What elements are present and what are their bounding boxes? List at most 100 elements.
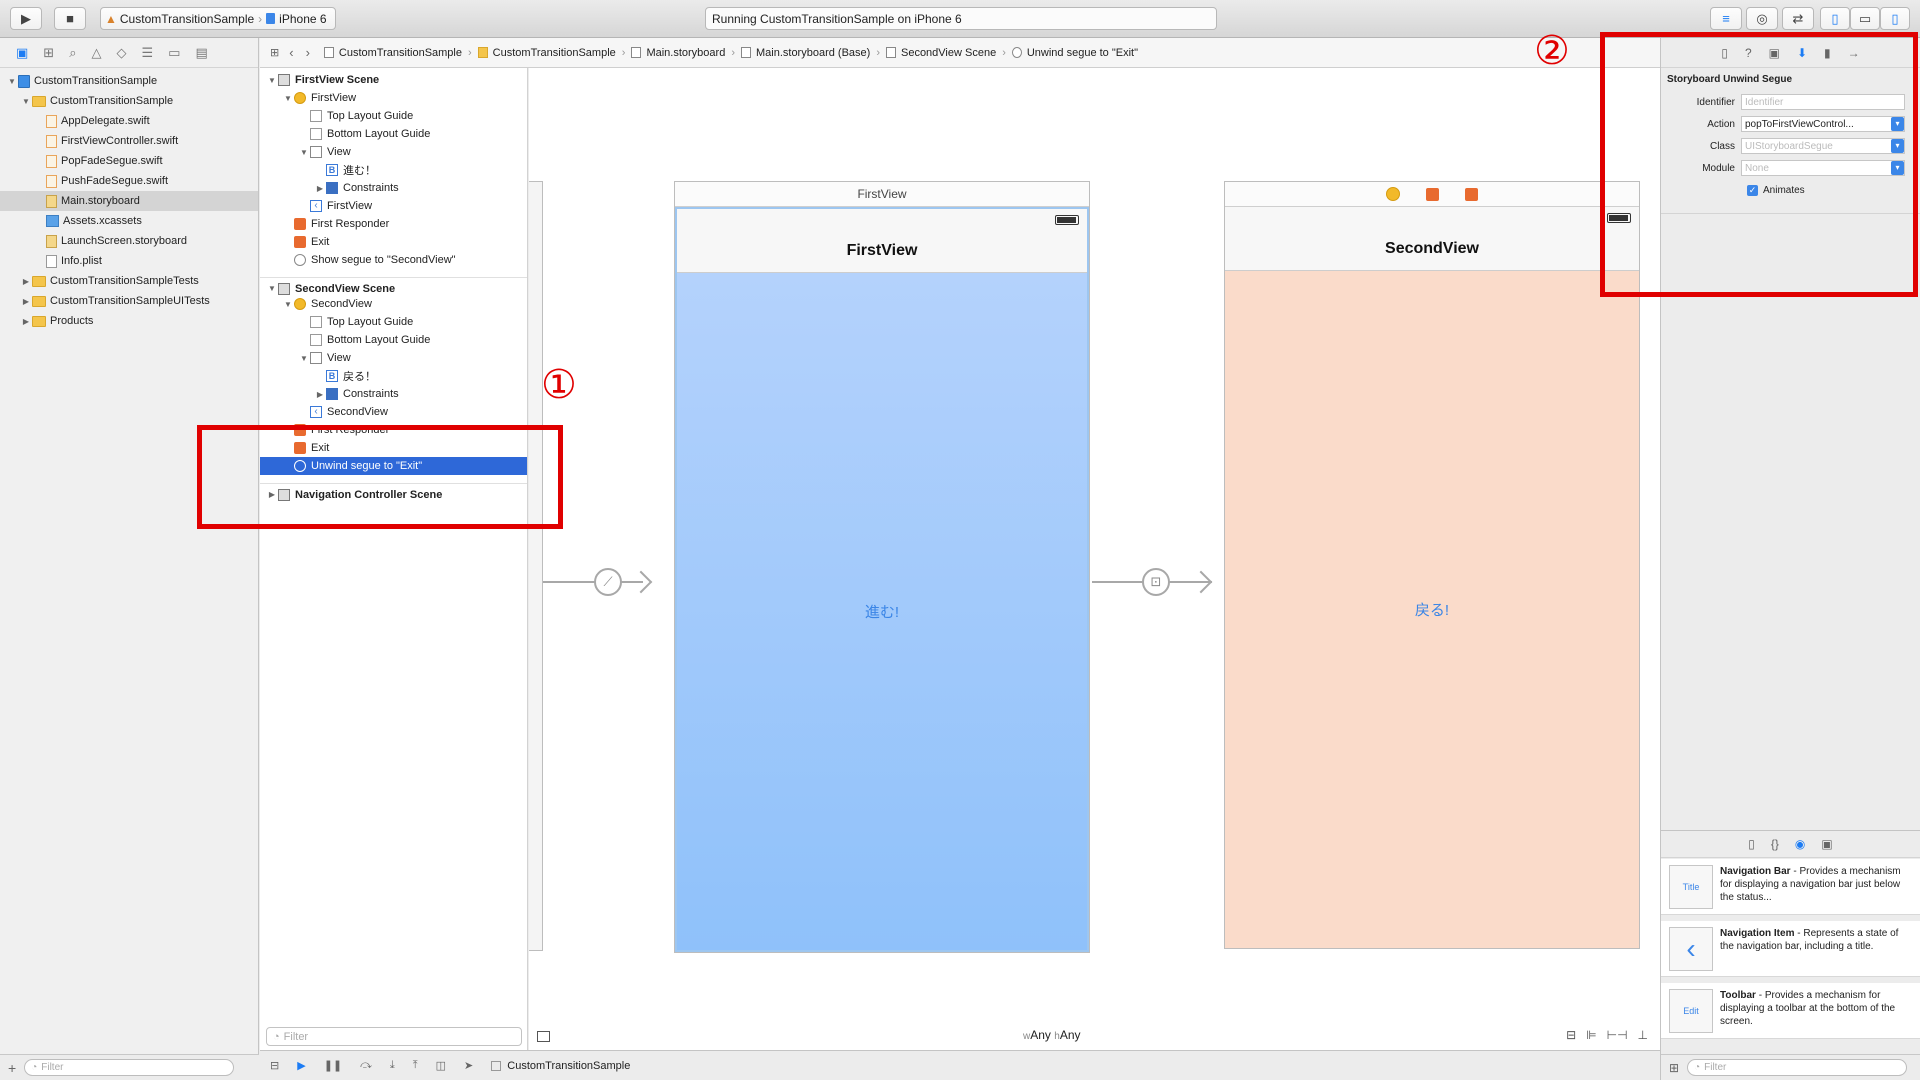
second-view-scene[interactable]: SecondView 戻る!: [1224, 181, 1640, 949]
breadcrumb-item[interactable]: Unwind segue to "Exit": [1011, 47, 1138, 59]
disclosure-triangle-icon[interactable]: ▶: [314, 390, 326, 399]
outline-item[interactable]: Exit: [260, 233, 527, 251]
navigator-filter-input[interactable]: ◔ Filter: [24, 1059, 235, 1076]
outline-item[interactable]: Top Layout Guide: [260, 313, 527, 331]
pause-icon[interactable]: ❚❚: [324, 1059, 342, 1072]
library-item[interactable]: Title Navigation Bar - Provides a mechani…: [1661, 859, 1920, 915]
storyboard-canvas[interactable]: ⟋ FirstView FirstView 進む! ⊡ SecondView 戻…: [529, 68, 1660, 1050]
disclosure-triangle-icon[interactable]: ▼: [282, 94, 294, 103]
hide-debug-icon[interactable]: ⊟: [270, 1059, 279, 1072]
navigator-item[interactable]: ▼ CustomTransitionSample: [0, 91, 258, 111]
stop-button[interactable]: ■: [54, 7, 86, 30]
navigator-item[interactable]: Info.plist: [0, 251, 258, 271]
outline-item[interactable]: ▼ SecondView Scene: [260, 277, 527, 295]
navigator-item[interactable]: ▶ CustomTransitionSampleUITests: [0, 291, 258, 311]
outline-item[interactable]: ▶ Constraints: [260, 179, 527, 197]
toggle-utilities-button[interactable]: ▯: [1880, 7, 1910, 30]
outline-item[interactable]: ▼ SecondView: [260, 295, 527, 313]
navigator-item[interactable]: FirstViewController.swift: [0, 131, 258, 151]
toggle-navigator-button[interactable]: ▯: [1820, 7, 1850, 30]
first-navigation-bar[interactable]: FirstView: [677, 209, 1087, 273]
navigator-item[interactable]: Assets.xcassets: [0, 211, 258, 231]
debug-icon[interactable]: ☰: [141, 45, 153, 61]
first-view-scene[interactable]: FirstView FirstView 進む!: [674, 181, 1090, 953]
breadcrumb-item[interactable]: CustomTransitionSample: [477, 47, 616, 59]
scheme-selector[interactable]: ▲ CustomTransitionSample › iPhone 6: [100, 7, 336, 30]
breadcrumb-item[interactable]: Main.storyboard: [631, 47, 725, 59]
navigator-item[interactable]: ▼ CustomTransitionSample: [0, 71, 258, 91]
outline-item[interactable]: ▼ View: [260, 143, 527, 161]
run-button[interactable]: ▶: [10, 7, 42, 30]
test-icon[interactable]: ◇: [116, 45, 126, 61]
show-segue-node[interactable]: ⊡: [1142, 568, 1170, 596]
outline-item[interactable]: B 戻る！: [260, 367, 527, 385]
size-class-control[interactable]: wAny hAny: [1023, 1028, 1081, 1042]
first-responder-icon[interactable]: [1426, 187, 1439, 201]
navigator-item[interactable]: ▶ CustomTransitionSampleTests: [0, 271, 258, 291]
pin-icon[interactable]: ⊢⊣: [1607, 1028, 1628, 1042]
step-in-icon[interactable]: ⤓: [390, 1059, 395, 1072]
outline-item[interactable]: ▼ FirstView Scene: [260, 71, 527, 89]
disclosure-triangle-icon[interactable]: ▼: [298, 354, 310, 363]
assistant-editor-button[interactable]: ◎: [1746, 7, 1778, 30]
object-library-icon[interactable]: ◉: [1795, 837, 1805, 851]
forward-icon[interactable]: ›: [306, 45, 310, 60]
outline-item[interactable]: ▼ FirstView: [260, 89, 527, 107]
add-icon[interactable]: +: [8, 1060, 16, 1076]
embed-icon[interactable]: ⊟: [1566, 1028, 1576, 1042]
breadcrumb-item[interactable]: SecondView Scene: [885, 47, 996, 59]
navigator-item[interactable]: LaunchScreen.storyboard: [0, 231, 258, 251]
navigator-item[interactable]: AppDelegate.swift: [0, 111, 258, 131]
breadcrumb-item[interactable]: CustomTransitionSample: [323, 47, 462, 59]
step-over-icon[interactable]: ⤼: [360, 1059, 372, 1072]
warning-icon[interactable]: △: [91, 45, 101, 61]
outline-filter-input[interactable]: ◔ Filter: [266, 1027, 522, 1046]
outline-item[interactable]: Top Layout Guide: [260, 107, 527, 125]
align-icon[interactable]: ⊫: [1586, 1028, 1596, 1042]
outline-item[interactable]: B 進む！: [260, 161, 527, 179]
disclosure-triangle-icon[interactable]: ▶: [20, 317, 32, 326]
media-library-icon[interactable]: ▣: [1821, 837, 1832, 851]
disclosure-triangle-icon[interactable]: ▼: [282, 300, 294, 309]
navigator-item[interactable]: PushFadeSegue.swift: [0, 171, 258, 191]
second-navigation-bar[interactable]: SecondView: [1225, 207, 1639, 271]
library-filter-input[interactable]: ◔ Filter: [1687, 1059, 1908, 1076]
outline-toggle-icon[interactable]: [537, 1031, 550, 1042]
library-item[interactable]: ‹ Navigation Item - Represents a state of…: [1661, 921, 1920, 977]
disclosure-triangle-icon[interactable]: ▼: [266, 284, 278, 293]
relationship-segue-node[interactable]: ⟋: [594, 568, 622, 596]
navigator-item[interactable]: Main.storyboard: [0, 191, 258, 211]
outline-item[interactable]: ▼ View: [260, 349, 527, 367]
back-button[interactable]: 戻る!: [1415, 599, 1449, 620]
related-items-icon[interactable]: ⊞: [270, 46, 279, 59]
navigator-item[interactable]: PopFadeSegue.swift: [0, 151, 258, 171]
go-button[interactable]: 進む!: [865, 601, 899, 622]
step-out-icon[interactable]: ⤒: [413, 1059, 418, 1072]
version-editor-button[interactable]: ⇄: [1782, 7, 1814, 30]
disclosure-triangle-icon[interactable]: ▶: [20, 297, 32, 306]
back-icon[interactable]: ‹: [289, 45, 293, 60]
breakpoint-icon[interactable]: ▭: [168, 45, 180, 61]
navigation-controller-frame[interactable]: [529, 181, 543, 951]
outline-item[interactable]: ‹ SecondView: [260, 403, 527, 421]
disclosure-triangle-icon[interactable]: ▼: [298, 148, 310, 157]
grid-view-icon[interactable]: ⊞: [1669, 1061, 1679, 1075]
code-snippet-icon[interactable]: {}: [1771, 837, 1779, 851]
disclosure-triangle-icon[interactable]: ▼: [20, 97, 32, 106]
library-item[interactable]: Edit Toolbar - Provides a mechanism for d…: [1661, 983, 1920, 1039]
standard-editor-button[interactable]: ≡: [1710, 7, 1742, 30]
disclosure-triangle-icon[interactable]: ▶: [314, 184, 326, 193]
resolve-icon[interactable]: ⊥: [1638, 1028, 1648, 1042]
disclosure-triangle-icon[interactable]: ▼: [266, 76, 278, 85]
view-debugger-icon[interactable]: ◫: [436, 1059, 446, 1072]
disclosure-triangle-icon[interactable]: ▶: [20, 277, 32, 286]
disclosure-triangle-icon[interactable]: ▼: [6, 77, 18, 86]
outline-item[interactable]: Bottom Layout Guide: [260, 331, 527, 349]
breakpoints-toggle-icon[interactable]: ▶: [297, 1059, 305, 1072]
navigator-item[interactable]: ▶ Products: [0, 311, 258, 331]
outline-item[interactable]: First Responder: [260, 215, 527, 233]
outline-item[interactable]: Show segue to "SecondView": [260, 251, 527, 269]
folder-icon[interactable]: ▣: [16, 45, 28, 61]
search-icon[interactable]: ⌕: [69, 45, 76, 61]
file-template-icon[interactable]: ▯: [1748, 837, 1755, 851]
